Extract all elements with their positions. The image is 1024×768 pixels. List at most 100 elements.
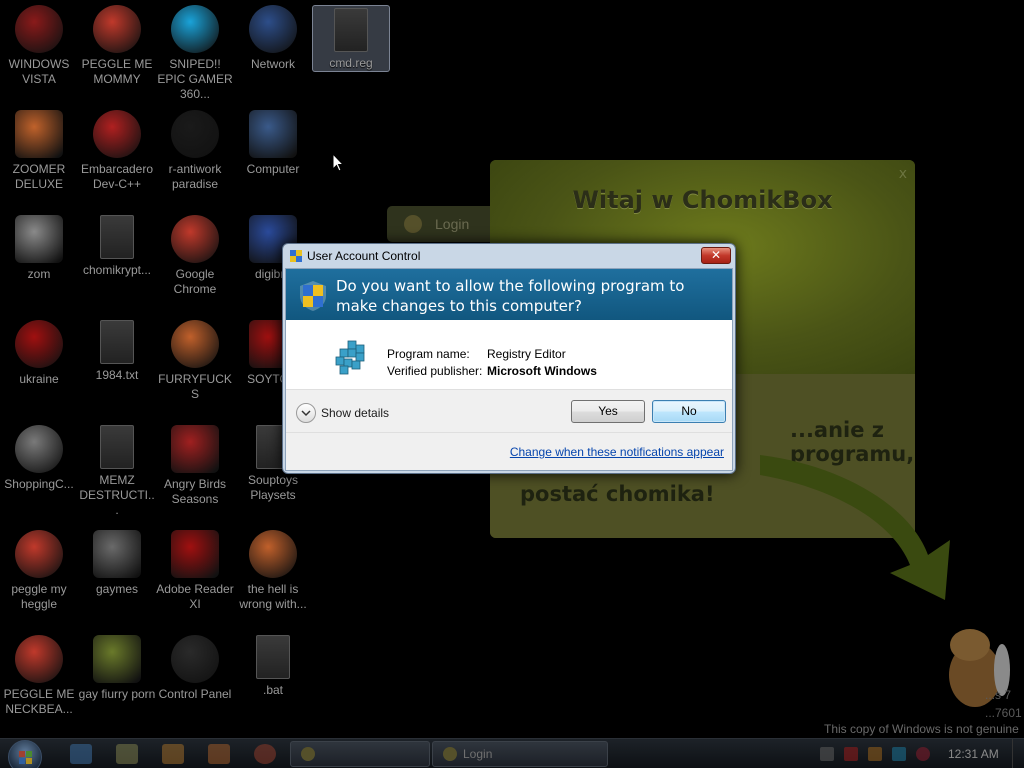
explorer-taskbar-icon[interactable] xyxy=(116,744,138,764)
show-desktop-button[interactable] xyxy=(1012,739,1024,768)
desktop-icon-archive-file[interactable]: MEMZ DESTRUCTI... xyxy=(78,425,156,518)
desktop-icon-control-panel[interactable]: Control Panel xyxy=(156,635,234,702)
tray-icon-1[interactable] xyxy=(820,747,834,761)
desktop-icon-label: Adobe Reader XI xyxy=(156,582,234,611)
desktop-icon-label: PEGGLE ME MOMMY xyxy=(81,57,153,86)
desktop-icon-label: gaymes xyxy=(95,582,139,596)
chomikbox-title: Witaj w ChomikBox xyxy=(572,186,833,214)
tray-icon-2[interactable] xyxy=(844,747,858,761)
windows-vista-icon xyxy=(15,5,63,53)
desktop-icon-skype[interactable]: SNIPED!! EPIC GAMER 360... xyxy=(156,5,234,102)
desktop-icon-radiation[interactable]: ukraine xyxy=(0,320,78,387)
desktop-icon-label: Network xyxy=(250,57,295,71)
archive-file-icon xyxy=(100,215,134,259)
media-player-taskbar-icon[interactable] xyxy=(162,744,184,764)
change-notifications-link[interactable]: Change when these notifications appear xyxy=(510,445,724,459)
desktop-icon-archive-file[interactable]: chomikrypt... xyxy=(78,215,156,278)
text-file-icon xyxy=(100,320,134,364)
close-button[interactable]: ✕ xyxy=(701,247,731,264)
tray-icon-3[interactable] xyxy=(868,747,882,761)
not-genuine-watermark: This copy of Windows is not genuine xyxy=(824,722,1019,736)
desktop-icon-zoomer[interactable]: ZOOMER DELUXE xyxy=(0,110,78,192)
taskbar: Login 12:31 AM xyxy=(0,738,1024,768)
ie-taskbar-icon[interactable] xyxy=(70,744,92,764)
desktop-icon-label: ukraine xyxy=(19,372,59,386)
show-details-toggle[interactable] xyxy=(296,403,316,423)
desktop-icon-adobe-reader[interactable]: Adobe Reader XI xyxy=(156,530,234,612)
reddit-icon xyxy=(171,110,219,158)
desktop-icon-folder[interactable]: gaymes xyxy=(78,530,156,597)
desktop-icon-peggle[interactable]: PEGGLE ME MOMMY xyxy=(78,5,156,87)
program-name-label: Program name: xyxy=(387,347,470,361)
firefox-icon xyxy=(171,320,219,368)
desktop-icon-firefox[interactable]: FURRYFUCKS xyxy=(156,320,234,402)
hamster-icon xyxy=(404,215,422,233)
desktop-icon-label: cmd.reg xyxy=(329,56,373,70)
taskbar-button-label: Login xyxy=(463,747,493,761)
desktop-icon-label: Angry Birds Seasons xyxy=(163,477,227,506)
folder-icon xyxy=(93,530,141,578)
desktop-icon-box[interactable]: gay fiurry porn xyxy=(78,635,156,702)
peggle-icon xyxy=(15,530,63,578)
program-name-row: Program name: Registry Editor xyxy=(387,347,566,361)
desktop-icon-angry-birds[interactable]: Angry Birds Seasons xyxy=(156,425,234,507)
taskbar-window-button-1[interactable] xyxy=(290,741,430,767)
desktop-icon-chrome[interactable]: Google Chrome xyxy=(156,215,234,297)
box-icon xyxy=(93,635,141,683)
registry-editor-icon xyxy=(335,340,365,375)
desktop-icon-label: ZOOMER DELUXE xyxy=(12,162,66,191)
desktop-icon-label: Control Panel xyxy=(158,687,232,701)
desktop-icon-label: FURRYFUCKS xyxy=(158,372,232,401)
show-details-label[interactable]: Show details xyxy=(321,406,389,420)
desktop-icon-label: peggle my heggle xyxy=(11,582,67,611)
publisher-value: Microsoft Windows xyxy=(487,364,597,378)
taskbar-clock[interactable]: 12:31 AM xyxy=(948,747,999,761)
windows-version-line1: ...s 7 xyxy=(985,688,1012,702)
taskbar-window-button-login[interactable]: Login xyxy=(432,741,608,767)
uc-browser-taskbar-icon[interactable] xyxy=(208,744,230,764)
desktop-icon-registry-file[interactable]: cmd.reg xyxy=(312,5,390,72)
chomikbox-text-line2: postać chomika! xyxy=(520,482,715,506)
desktop-icon-label: .bat xyxy=(262,683,283,697)
network-tray-icon[interactable] xyxy=(892,747,906,761)
chrome-taskbar-icon[interactable] xyxy=(254,744,276,764)
uac-shield-icon xyxy=(290,250,302,262)
desktop-icon-label: Souptoys Playsets xyxy=(247,473,299,502)
uac-titlebar[interactable]: User Account Control ✕ xyxy=(283,244,735,268)
angry-birds-icon xyxy=(171,425,219,473)
desktop-icon-text-file[interactable]: 1984.txt xyxy=(78,320,156,383)
desktop-icon-label: Embarcadero Dev-C++ xyxy=(80,162,154,191)
windows-logo-icon xyxy=(19,751,32,764)
registry-file-icon xyxy=(334,8,368,52)
desktop-icon-label: MEMZ DESTRUCTI... xyxy=(79,473,155,517)
desktop-icon-label: gay fiurry porn xyxy=(78,687,156,701)
uac-banner: Do you want to allow the following progr… xyxy=(286,269,732,320)
desktop-icon-label: the hell is wrong with... xyxy=(239,582,307,611)
program-name-value: Registry Editor xyxy=(487,347,566,361)
desktop-icon-reddit[interactable]: r-antiwork paradise xyxy=(156,110,234,192)
publisher-row: Verified publisher: Microsoft Windows xyxy=(387,364,597,378)
chrome-icon xyxy=(171,215,219,263)
peggle-icon xyxy=(93,5,141,53)
yes-button[interactable]: Yes xyxy=(571,400,645,423)
desktop-icon-peggle[interactable]: PEGGLE ME NECKBEA... xyxy=(0,635,78,717)
desktop-icon-bat-file[interactable]: .bat xyxy=(234,635,312,698)
desktop-icon-peggle[interactable]: peggle my heggle xyxy=(0,530,78,612)
flash-icon xyxy=(15,425,63,473)
desktop-icon-label: PEGGLE ME NECKBEA... xyxy=(3,687,75,716)
desktop-icon-computer[interactable]: Computer xyxy=(234,110,312,177)
volume-tray-icon[interactable] xyxy=(916,747,930,761)
desktop-icon-label: SNIPED!! EPIC GAMER 360... xyxy=(157,57,233,101)
desktop-icon-uc-browser[interactable]: the hell is wrong with... xyxy=(234,530,312,612)
uac-window-title: User Account Control xyxy=(307,249,421,263)
desktop-icon-windows-vista[interactable]: WINDOWS VISTA xyxy=(0,5,78,87)
chevron-down-icon xyxy=(301,410,311,417)
desktop-icon-flash[interactable]: ShoppingC... xyxy=(0,425,78,492)
desktop-icon-zom-flower[interactable]: zom xyxy=(0,215,78,282)
desktop-icon-label: Google Chrome xyxy=(173,267,217,296)
uac-link-bar: Change when these notifications appear xyxy=(286,433,732,470)
start-button[interactable] xyxy=(8,740,42,768)
desktop-icon-devcpp[interactable]: Embarcadero Dev-C++ xyxy=(78,110,156,192)
desktop-icon-network[interactable]: Network xyxy=(234,5,312,72)
no-button[interactable]: No xyxy=(652,400,726,423)
